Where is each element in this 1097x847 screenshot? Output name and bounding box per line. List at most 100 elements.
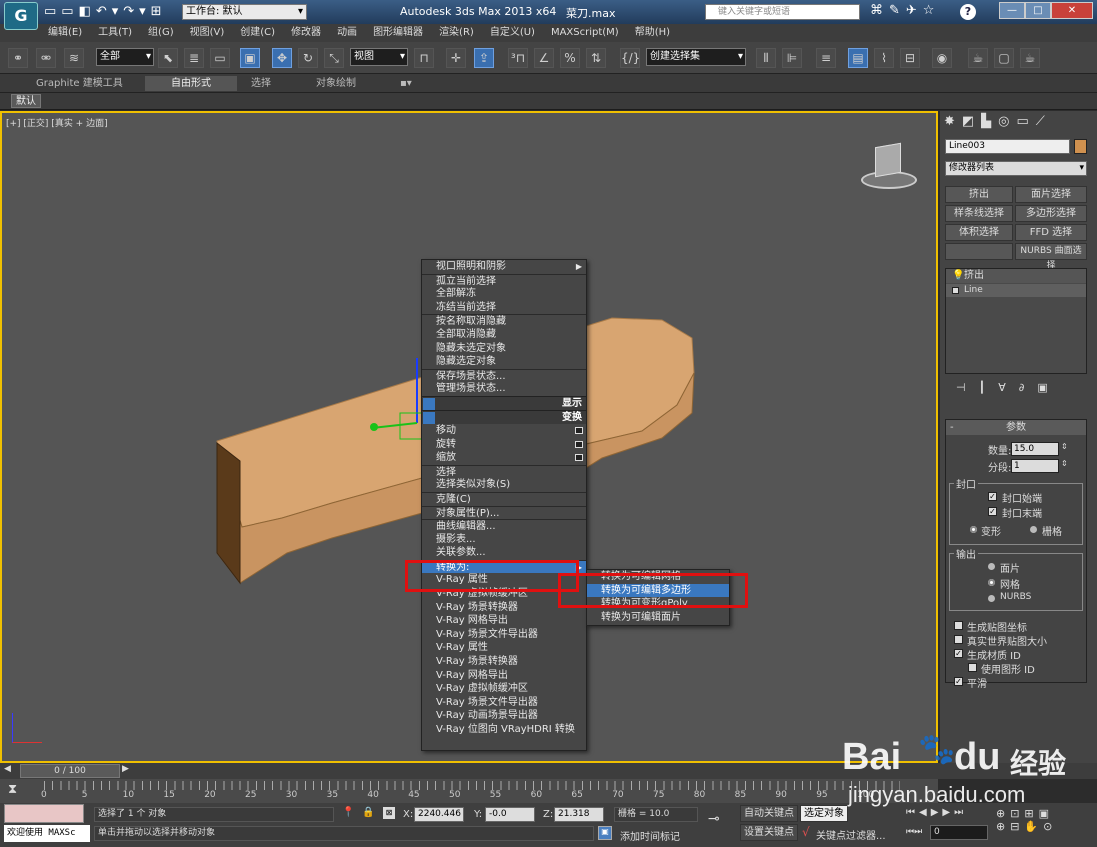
abs-mode-icon[interactable]: ⊠ <box>383 807 395 819</box>
link-icon[interactable]: ⚭ <box>8 48 28 68</box>
menu-item-5[interactable]: 修改器 <box>283 24 329 42</box>
spinner-snap-icon[interactable]: ⇅ <box>586 48 606 68</box>
render-setup-icon[interactable]: ☕ <box>968 48 988 68</box>
menu-item-3[interactable]: 视图(V) <box>182 24 233 42</box>
maxscript-welcome[interactable]: 欢迎使用 MAXSc <box>4 825 90 842</box>
smooth-checkbox[interactable]: ✓ <box>954 677 963 686</box>
modifier-stack[interactable]: 💡 挤出 Line <box>945 268 1087 374</box>
quad-item-14[interactable]: V-Ray 网格导出 <box>422 614 586 628</box>
btn-ffd-select[interactable]: FFD 选择 <box>1015 224 1087 241</box>
playback-controls[interactable]: ⏮◀▶▶⏭ <box>906 807 986 818</box>
add-time-tag-icon[interactable]: ▣ <box>598 826 612 840</box>
btn-empty[interactable] <box>945 243 1013 260</box>
maxscript-listener-mini[interactable] <box>4 804 84 823</box>
submenu-item-3[interactable]: 转换为可编辑面片 <box>587 611 729 625</box>
menu-item-1[interactable]: 工具(T) <box>90 24 140 42</box>
help-icons[interactable]: ⌘✎✈☆ <box>870 3 940 18</box>
ribbon-tab-freeform[interactable]: 自由形式 <box>145 76 237 91</box>
workspace-selector[interactable]: 工作台: 默认 ▾ <box>182 4 307 20</box>
gizmo-center[interactable] <box>370 423 378 431</box>
rect-selection-icon[interactable]: ▭ <box>210 48 230 68</box>
grid-radio[interactable] <box>1030 526 1037 533</box>
quad-item-top-6[interactable]: 隐藏未选定对象 <box>422 342 586 356</box>
quad-item-8[interactable]: 摄影表... <box>422 533 586 547</box>
quad-item-3[interactable]: 选择 <box>422 464 586 479</box>
menu-item-11[interactable]: 帮助(H) <box>627 24 678 42</box>
quad-item-top-1[interactable]: 孤立当前选择 <box>422 273 586 288</box>
window-crossing-icon[interactable]: ▣ <box>240 48 260 68</box>
named-selection-dropdown[interactable]: 创建选择集 <box>646 48 746 66</box>
pin-icon[interactable]: 📍 <box>342 807 354 818</box>
menu-item-0[interactable]: 编辑(E) <box>40 24 90 42</box>
quad-item-top-0[interactable]: 视口照明和阴影 ▶ <box>422 260 586 274</box>
ribbon-options-icon[interactable]: ▪▾ <box>392 76 420 91</box>
expand-icon[interactable] <box>952 287 959 294</box>
stack-tools[interactable]: ⊣┃∀∂▣ <box>956 381 1086 397</box>
material-editor-icon[interactable]: ◉ <box>932 48 952 68</box>
select-move-icon[interactable]: ✥ <box>272 48 292 68</box>
help-icon[interactable]: ? <box>960 4 976 20</box>
time-slider-thumb[interactable]: 0 / 100 <box>20 764 120 778</box>
quad-item-top-4[interactable]: 按名称取消隐藏 <box>422 314 586 328</box>
cap-end-checkbox[interactable]: ✓ <box>988 507 997 516</box>
out-mesh-radio[interactable] <box>988 579 995 586</box>
layer-manager-icon[interactable]: ≡ <box>816 48 836 68</box>
quad-item-7[interactable]: 曲线编辑器... <box>422 519 586 533</box>
stack-item-line[interactable]: Line <box>946 284 1086 297</box>
quad-item-top-2[interactable]: 全部解冻 <box>422 287 586 301</box>
keyboard-shortcut-icon[interactable]: ⇪ <box>474 48 494 68</box>
bind-spacewarp-icon[interactable]: ≋ <box>64 48 84 68</box>
quad-item-0[interactable]: 移动 <box>422 424 586 438</box>
align-icon[interactable]: ⊫ <box>782 48 802 68</box>
quad-item-4[interactable]: 选择类似对象(S) <box>422 478 586 492</box>
quad-item-20[interactable]: V-Ray 场景文件导出器 <box>422 696 586 710</box>
unlink-icon[interactable]: ⚮ <box>36 48 56 68</box>
schematic-view-icon[interactable]: ⊟ <box>900 48 920 68</box>
menu-item-2[interactable]: 组(G) <box>140 24 182 42</box>
btn-spline-select[interactable]: 样条线选择 <box>945 205 1013 222</box>
btn-nurbs-surface-select[interactable]: NURBS 曲面选择 <box>1015 243 1087 271</box>
menu-item-7[interactable]: 图形编辑器 <box>365 24 431 42</box>
mini-curve-editor-icon[interactable]: ⧗ <box>8 782 30 800</box>
current-frame-field[interactable]: 0 <box>930 825 988 840</box>
menu-item-4[interactable]: 创建(C) <box>232 24 283 42</box>
quad-item-17[interactable]: V-Ray 场景转换器 <box>422 655 586 669</box>
settings-box-icon[interactable] <box>575 440 583 448</box>
lock-icon[interactable]: 🔒 <box>362 807 374 818</box>
minimize-button[interactable]: — <box>999 2 1025 19</box>
btn-patch-select[interactable]: 面片选择 <box>1015 186 1087 203</box>
quad-item-18[interactable]: V-Ray 网格导出 <box>422 669 586 683</box>
search-field[interactable]: 键入关键字或短语 <box>705 4 860 20</box>
quad-item-1[interactable]: 旋转 <box>422 438 586 452</box>
quad-item-top-5[interactable]: 全部取消隐藏 <box>422 328 586 342</box>
btn-poly-select[interactable]: 多边形选择 <box>1015 205 1087 222</box>
pivot-icon[interactable]: ⊓ <box>414 48 434 68</box>
gen-map-checkbox[interactable] <box>954 621 963 630</box>
ribbon-tab-object-paint[interactable]: 对象绘制 <box>308 76 364 91</box>
gen-matid-checkbox[interactable]: ✓ <box>954 649 963 658</box>
viewport-nav-icons[interactable]: ⊕⊡⊞▣ ⊕⊟✋⊙ <box>996 807 1094 833</box>
command-panel-tabs[interactable]: ✸◩▙◎▭⟋ <box>944 114 1094 134</box>
cap-start-checkbox[interactable]: ✓ <box>988 492 997 501</box>
quad-item-22[interactable]: V-Ray 位图向 VRayHDRI 转换 <box>422 723 586 737</box>
selection-filter-dropdown[interactable]: 全部 <box>96 48 154 66</box>
quad-item-15[interactable]: V-Ray 场景文件导出器 <box>422 628 586 642</box>
menu-item-8[interactable]: 渲染(R) <box>431 24 482 42</box>
key-filter-icon[interactable]: √ <box>802 825 810 839</box>
morph-radio[interactable] <box>970 526 977 533</box>
x-coord-field[interactable]: 2240.446 <box>414 807 464 822</box>
quad-item-19[interactable]: V-Ray 虚拟帧缓冲区 <box>422 682 586 696</box>
object-end-face[interactable] <box>216 441 241 585</box>
settings-box-icon[interactable] <box>575 426 583 434</box>
menu-item-6[interactable]: 动画 <box>329 24 365 42</box>
key-mode-icon[interactable]: ⊸ <box>708 811 734 833</box>
track-bar[interactable]: ⧗ 0 5 10 15 20 25 30 35 40 45 50 55 60 65 70 75 80 85 90 95… <box>0 779 938 803</box>
segments-spinner-icon[interactable]: ⇕ <box>1061 459 1068 468</box>
set-key-button[interactable]: 设置关键点 <box>740 824 798 841</box>
rollout-header[interactable]: - 参数 <box>946 420 1086 435</box>
out-nurbs-radio[interactable] <box>988 595 995 602</box>
key-filters-button[interactable]: 关键点过滤器... <box>816 827 886 842</box>
quad-item-16[interactable]: V-Ray 属性 <box>422 641 586 655</box>
modifier-list-dropdown[interactable]: 修改器列表 ▾ <box>945 161 1087 176</box>
object-color-swatch[interactable] <box>1074 139 1087 154</box>
